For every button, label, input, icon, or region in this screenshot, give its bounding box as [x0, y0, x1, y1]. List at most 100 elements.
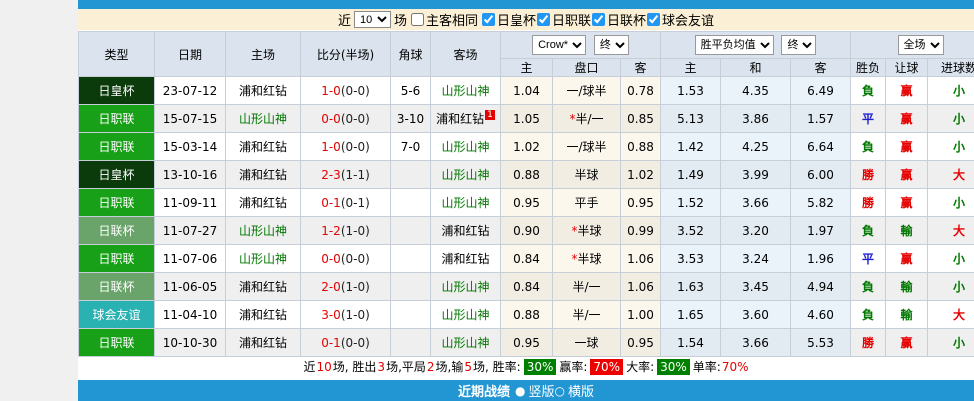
avg-away-odds-cell: 6.64	[791, 133, 851, 161]
avg-home-odds-cell: 1.65	[661, 301, 721, 329]
halftime-score: (1-0)	[341, 308, 370, 322]
layout-option-0[interactable]: ●竖版	[515, 381, 555, 400]
score-cell: 3-0(1-0)	[301, 301, 391, 329]
period-group: 全场	[851, 32, 974, 59]
crow-home-odds-cell: 1.02	[501, 133, 553, 161]
handicap-cell: 一/球半	[553, 77, 621, 105]
summary-part: 5	[464, 360, 472, 374]
away-team-cell: 浦和红钻1	[431, 105, 501, 133]
corner-cell	[391, 161, 431, 189]
goals-result-cell: 小	[928, 329, 974, 357]
avg-away-odds-cell: 4.94	[791, 273, 851, 301]
halftime-score: (0-0)	[341, 140, 370, 154]
red-card-badge: 1	[485, 110, 495, 120]
avg-select[interactable]: 胜平负均值	[695, 35, 774, 55]
avg-draw-odds-cell: 4.35	[721, 77, 791, 105]
halftime-score: (1-0)	[341, 280, 370, 294]
same-home-away-toggle[interactable]: 主客相同	[410, 10, 478, 29]
away-team-cell: 浦和红钻	[431, 245, 501, 273]
table-row: 日职联 11-09-11 浦和红钻 0-1(0-1) 山形山神 0.95 平手 …	[79, 189, 974, 217]
filter-label: 日职联	[552, 10, 591, 29]
table-row: 日职联 15-03-14 浦和红钻 1-0(0-0) 7-0 山形山神 1.02…	[79, 133, 974, 161]
filter-1[interactable]: 日职联	[536, 10, 591, 29]
summary-part: 场, 胜率:	[473, 358, 521, 375]
goals-result-cell: 小	[928, 133, 974, 161]
crow-away-odds-cell: 1.06	[621, 273, 661, 301]
avg-odds-group: 胜平负均值 终	[661, 32, 851, 59]
layout-option-1[interactable]: ○横版	[555, 381, 595, 400]
score-cell: 2-0(1-0)	[301, 273, 391, 301]
league-type-cell: 球会友谊	[79, 301, 155, 329]
filter-checkbox-3[interactable]	[647, 13, 660, 26]
filter-label: 球会友谊	[662, 10, 714, 29]
company-state-select[interactable]: 终	[594, 35, 629, 55]
corner-cell	[391, 189, 431, 217]
recent-count-select[interactable]: 10	[354, 11, 391, 28]
score-cell: 0-0(0-0)	[301, 105, 391, 133]
summary-part: 赢率:	[559, 358, 587, 375]
radio-selected-icon[interactable]: ●	[515, 385, 525, 397]
home-team-cell: 浦和红钻	[226, 329, 301, 357]
avg-state-select[interactable]: 终	[781, 35, 816, 55]
summary-part: 单率:	[693, 358, 721, 375]
avg-home-odds-cell: 1.53	[661, 77, 721, 105]
avg-away-odds-cell: 5.53	[791, 329, 851, 357]
radio-unselected-icon[interactable]: ○	[555, 385, 565, 397]
avg-draw-odds-cell: 3.24	[721, 245, 791, 273]
result-cell: 負	[851, 273, 886, 301]
avg-away-odds-cell: 5.82	[791, 189, 851, 217]
filter-3[interactable]: 球会友谊	[646, 10, 714, 29]
league-type-cell: 日联杯	[79, 217, 155, 245]
league-type-cell: 日职联	[79, 329, 155, 357]
handicap-cell: 半/一	[553, 301, 621, 329]
layout-option-label: 横版	[568, 381, 594, 400]
filter-2[interactable]: 日联杯	[591, 10, 646, 29]
col-header-date: 日期	[155, 32, 226, 77]
halftime-score: (0-0)	[341, 252, 370, 266]
away-team-cell: 山形山神	[431, 273, 501, 301]
filter-0[interactable]: 日皇杯	[481, 10, 536, 29]
col-header-score: 比分(半场)	[301, 32, 391, 77]
handicap-result-cell: 赢	[886, 105, 928, 133]
avg-home-odds-cell: 5.13	[661, 105, 721, 133]
result-cell: 平	[851, 245, 886, 273]
filter-checkbox-0[interactable]	[482, 13, 495, 26]
score-cell: 1-2(1-0)	[301, 217, 391, 245]
avg-home-odds-cell: 1.52	[661, 189, 721, 217]
date-cell: 11-04-10	[155, 301, 226, 329]
crow-away-odds-cell: 1.00	[621, 301, 661, 329]
same-home-away-label: 主客相同	[426, 10, 478, 29]
filter-checkbox-1[interactable]	[537, 13, 550, 26]
date-cell: 23-07-12	[155, 77, 226, 105]
same-home-away-checkbox[interactable]	[411, 13, 424, 26]
handicap-cell: 半球	[553, 161, 621, 189]
crow-home-odds-cell: 1.05	[501, 105, 553, 133]
halftime-score: (0-0)	[341, 84, 370, 98]
avg-draw-odds-cell: 3.99	[721, 161, 791, 189]
away-team-cell: 浦和红钻	[431, 217, 501, 245]
goals-result-cell: 小	[928, 77, 974, 105]
fulltime-score: 0-0	[321, 252, 341, 266]
result-cell: 負	[851, 217, 886, 245]
corner-cell	[391, 217, 431, 245]
layout-options: ●竖版○横版	[515, 381, 594, 400]
corner-cell	[391, 273, 431, 301]
halftime-score: (0-0)	[341, 112, 370, 126]
filter-checkbox-2[interactable]	[592, 13, 605, 26]
matches-label: 场	[394, 10, 407, 29]
summary-part: 70%	[590, 359, 623, 375]
avg-draw-odds-cell: 3.86	[721, 105, 791, 133]
handicap-cell: *半/一	[553, 105, 621, 133]
period-select[interactable]: 全场	[898, 35, 944, 55]
company-select[interactable]: Crow*	[532, 35, 586, 55]
summary-part: 30%	[657, 359, 690, 375]
result-cell: 負	[851, 77, 886, 105]
date-cell: 13-10-16	[155, 161, 226, 189]
score-cell: 1-0(0-0)	[301, 133, 391, 161]
sub-header-result: 胜负	[851, 59, 886, 77]
date-cell: 11-06-05	[155, 273, 226, 301]
league-type-cell: 日皇杯	[79, 77, 155, 105]
date-cell: 11-07-27	[155, 217, 226, 245]
date-cell: 10-10-30	[155, 329, 226, 357]
avg-away-odds-cell: 1.97	[791, 217, 851, 245]
